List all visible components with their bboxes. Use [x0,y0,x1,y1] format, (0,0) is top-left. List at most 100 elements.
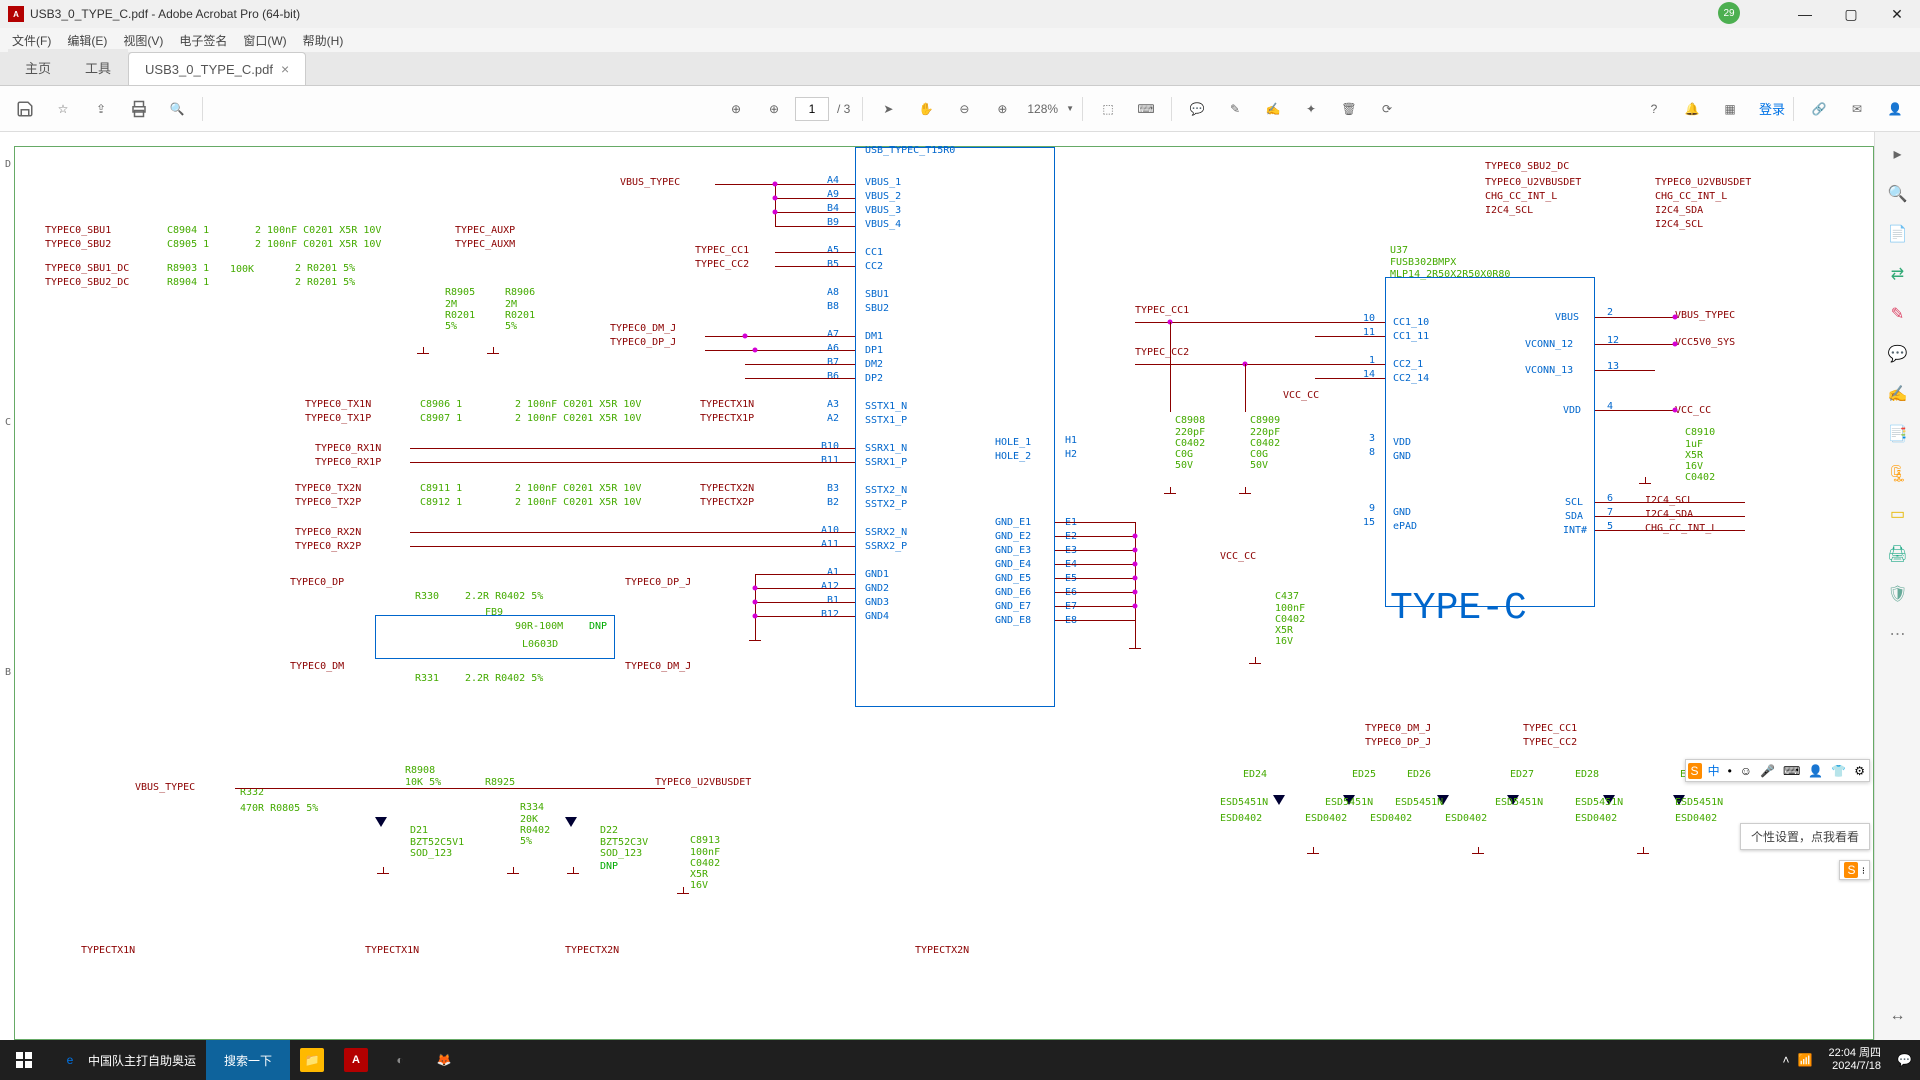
fit-width-icon[interactable]: ⬚ [1091,92,1125,126]
redact-icon[interactable]: ▭ [1884,500,1912,528]
hand-icon[interactable]: ✋ [909,92,943,126]
wire [235,788,665,789]
ground-symbol [1237,487,1253,499]
cursor-icon[interactable]: ➤ [871,92,905,126]
tray-network-icon[interactable]: 📶 [1798,1053,1813,1067]
print-icon[interactable] [122,92,156,126]
login-button[interactable]: 登录 [1759,99,1785,118]
menu-file[interactable]: 文件(F) [4,32,59,49]
collapse-pane-icon[interactable]: ↔ [1884,1002,1912,1030]
highlight-icon[interactable]: ✎ [1218,92,1252,126]
rotate-icon[interactable]: ⟳ [1370,92,1404,126]
maximize-button[interactable]: ▢ [1828,0,1874,28]
compress-icon[interactable]: 🗜 [1884,460,1912,488]
help-icon[interactable]: ? [1637,92,1671,126]
tray-notifications-icon[interactable]: 💬 [1897,1053,1912,1067]
zoom-in-icon[interactable]: ⊕ [985,92,1019,126]
wire [775,198,855,199]
ground-symbol [1247,657,1263,669]
val: ESD0402 [1370,813,1412,824]
more-tools-icon[interactable]: ⋯ [1884,620,1912,648]
star-icon[interactable]: ☆ [46,92,80,126]
zoom-level[interactable]: 128% [1027,102,1058,116]
tab-document[interactable]: USB3_0_TYPE_C.pdf × [128,52,306,85]
refdes: R8925 [485,777,515,788]
magnify-icon[interactable]: 🔍 [1884,180,1912,208]
zoom-out-icon[interactable]: ⊖ [947,92,981,126]
tab-home[interactable]: 主页 [8,49,68,85]
bell-icon[interactable]: 🔔 [1675,92,1709,126]
start-button[interactable] [0,1040,48,1080]
tray-chevron-icon[interactable]: ˄ [1782,1053,1789,1067]
cloud-upload-icon[interactable]: ⇪ [84,92,118,126]
print-prod-icon[interactable]: 🖨 [1884,540,1912,568]
save-icon[interactable] [8,92,42,126]
sign-tool-icon[interactable]: ✍ [1884,380,1912,408]
pin-label: GND_E7 [995,601,1031,612]
tray-clock[interactable]: 22:04 周四 2024/7/18 [1820,1047,1889,1073]
create-pdf-icon[interactable]: 📄 [1884,220,1912,248]
close-button[interactable]: ✕ [1874,0,1920,28]
protect-icon[interactable]: 🛡 [1884,580,1912,608]
page-total: / 3 [837,102,850,116]
taskbar-edge[interactable]: e 中国队主打自助奥运 [48,1040,206,1080]
val: 1uF X5R 16V C0402 [1685,439,1715,483]
settings-tooltip[interactable]: 个性设置，点我看看 [1740,823,1870,850]
wire [1055,578,1135,579]
panel-toggle-icon[interactable]: ▸ [1884,140,1912,168]
wire [775,252,855,253]
page-down-icon[interactable]: ⊕ [757,92,791,126]
junction [753,586,758,591]
taskbar-explorer[interactable]: 📁 [290,1040,334,1080]
pin-num: 15 [1363,517,1375,528]
refdes: R8903 1 [167,263,209,274]
page-number-input[interactable] [795,97,829,121]
net-label: VCC_CC [1675,405,1711,416]
document-canvas[interactable]: USB_TYPEC_T15R0 VBUS_1 VBUS_2 VBUS_3 VBU… [0,132,1920,1040]
stamp-icon[interactable]: ✦ [1294,92,1328,126]
ime-float-indicator[interactable]: S ⁝ [1839,860,1870,880]
link-icon[interactable]: 🔗 [1802,92,1836,126]
taskbar-search[interactable]: 搜索一下 [206,1040,290,1080]
menu-view[interactable]: 视图(V) [115,32,171,49]
pin-label: VCONN_12 [1525,339,1573,350]
delete-icon[interactable]: 🗑 [1332,92,1366,126]
refdes: C8911 1 [420,483,462,494]
menu-window[interactable]: 窗口(W) [235,32,294,49]
ground-symbol [1162,487,1178,499]
pin-label: VBUS_1 [865,177,901,188]
tab-close-icon[interactable]: × [281,61,289,77]
titlebar: A USB3_0_TYPE_C.pdf - Adobe Acrobat Pro … [0,0,1920,28]
ime-toolbar[interactable]: S 中•☺🎤⌨👤👕⚙ [1685,759,1870,782]
refdes: C8906 1 [420,399,462,410]
sign-icon[interactable]: ✍ [1256,92,1290,126]
wire [1055,550,1135,551]
comment-icon[interactable]: 💬 [1180,92,1214,126]
pin-label: VCONN_13 [1525,365,1573,376]
menu-sign[interactable]: 电子签名 [171,32,235,49]
net-label: TYPEC0_SBU1 [45,225,111,236]
organize-icon[interactable]: 📑 [1884,420,1912,448]
tab-tools[interactable]: 工具 [68,49,128,85]
net-label: TYPECTX2N [700,483,754,494]
minimize-button[interactable]: — [1782,0,1828,28]
profile-icon[interactable]: 👤 [1878,92,1912,126]
edit-pdf-icon[interactable]: ✎ [1884,300,1912,328]
menu-edit[interactable]: 编辑(E) [59,32,115,49]
taskbar-firefox[interactable]: 🦊 [422,1040,466,1080]
taskbar-acrobat[interactable]: A [334,1040,378,1080]
page-up-icon[interactable]: ⊕ [719,92,753,126]
mail-icon[interactable]: ✉ [1840,92,1874,126]
net-label: TYPECTX1N [700,399,754,410]
notification-badge[interactable]: 29 [1718,2,1740,24]
export-pdf-icon[interactable]: ⇄ [1884,260,1912,288]
net-label: TYPECTX1N [365,945,419,956]
search-icon[interactable]: 🔍 [160,92,194,126]
comment-tool-icon[interactable]: 💬 [1884,340,1912,368]
keyboard-icon[interactable]: ⌨ [1129,92,1163,126]
apps-icon[interactable]: ▦ [1713,92,1747,126]
menu-help[interactable]: 帮助(H) [295,32,352,49]
taskbar-app[interactable]: ◐ [378,1040,422,1080]
taskbar-edge-label: 中国队主打自助奥运 [88,1052,196,1069]
menubar: 文件(F) 编辑(E) 视图(V) 电子签名 窗口(W) 帮助(H) [0,28,1920,52]
